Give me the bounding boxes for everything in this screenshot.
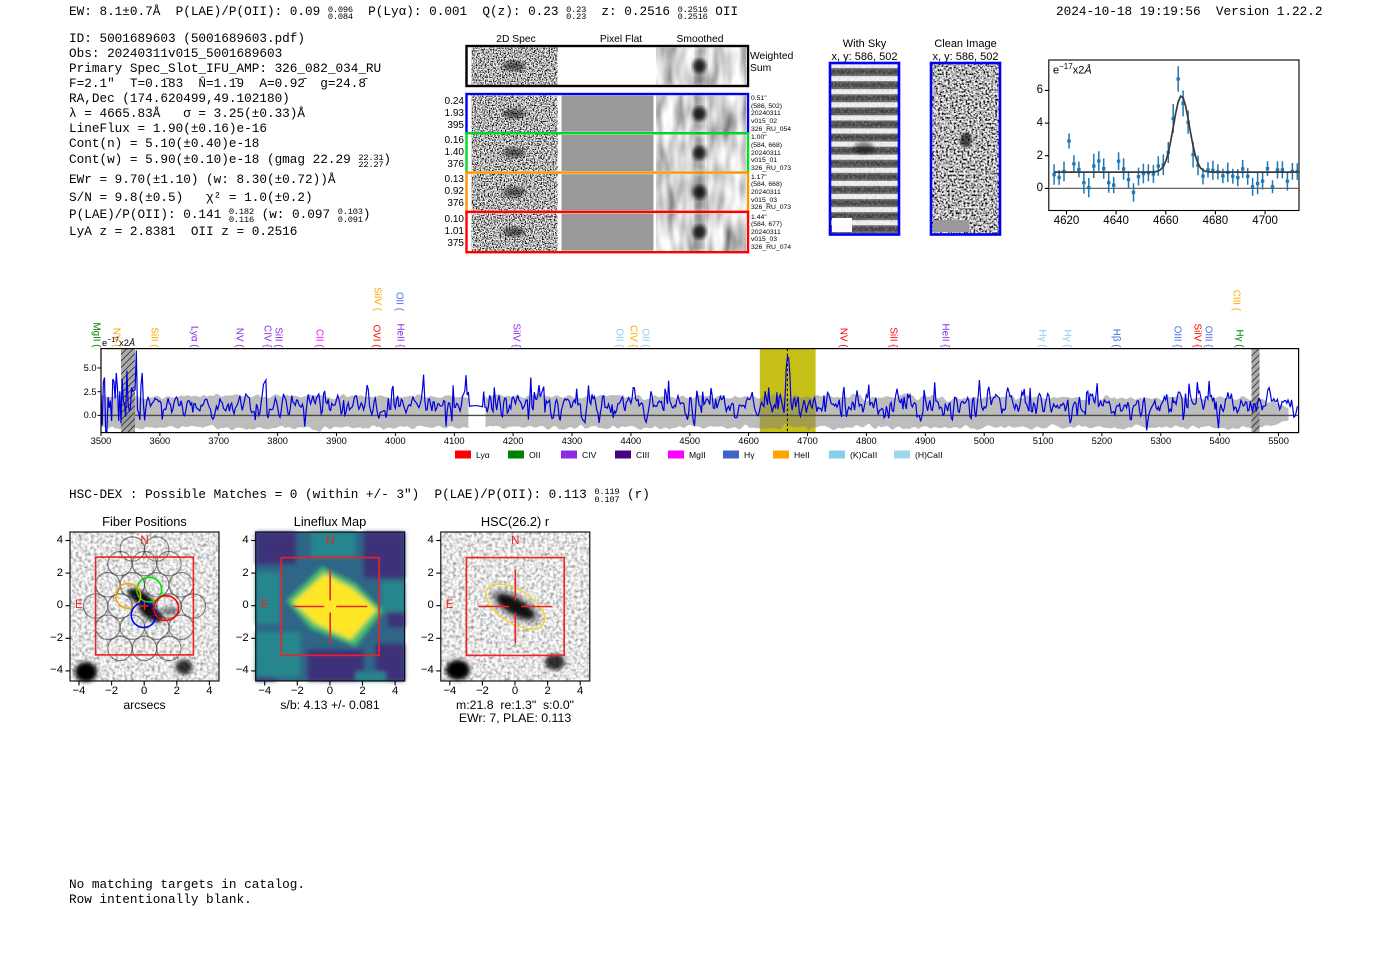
svg-text:CIV {: CIV { [628, 325, 639, 348]
svg-text:Hγ (: Hγ ( [1234, 330, 1245, 349]
svg-text:MgII: MgII [689, 450, 706, 460]
svg-text:SiII (: SiII ( [273, 327, 284, 348]
svg-text:SiIV {: SiIV { [511, 324, 522, 349]
svg-text:NV (: NV ( [234, 328, 245, 348]
svg-text:OII (: OII ( [394, 292, 405, 312]
svg-text:(H)CaII: (H)CaII [915, 450, 943, 460]
svg-text:CIV {: CIV { [262, 325, 273, 348]
svg-text:SiIV (: SiIV ( [372, 287, 383, 312]
svg-text:CIV: CIV [582, 450, 597, 460]
svg-text:CII (: CII ( [314, 329, 325, 348]
svg-text:NV (: NV ( [838, 328, 849, 348]
svg-text:Hγ (: Hγ ( [1062, 330, 1073, 349]
svg-text:SiII (: SiII ( [149, 327, 160, 348]
svg-text:(K)CaII: (K)CaII [850, 450, 877, 460]
svg-text:HeII: HeII [794, 450, 810, 460]
svg-text:Lyα (: Lyα ( [189, 326, 200, 348]
svg-text:OII (: OII ( [614, 328, 625, 348]
svg-text:Hγ (: Hγ ( [1037, 330, 1048, 349]
svg-text:MgII (: MgII ( [91, 322, 102, 348]
svg-text:OIII {: OIII { [1203, 326, 1214, 349]
svg-text:HeII {: HeII { [940, 324, 951, 349]
svg-text:OVI (: OVI ( [371, 325, 382, 349]
svg-text:SiII {: SiII { [888, 327, 899, 348]
svg-text:CIII (: CIII ( [1231, 290, 1242, 312]
svg-text:Hβ (: Hβ ( [1111, 329, 1122, 348]
svg-text:OII (: OII ( [640, 328, 651, 348]
svg-text:Lyα: Lyα [476, 450, 490, 460]
svg-text:Hγ: Hγ [744, 450, 755, 460]
svg-text:OIII {: OIII { [1172, 326, 1183, 349]
svg-text:CIII: CIII [636, 450, 649, 460]
svg-text:HeII {: HeII { [395, 324, 406, 349]
svg-text:SiIV {: SiIV { [1192, 324, 1203, 349]
svg-text:OII: OII [529, 450, 540, 460]
